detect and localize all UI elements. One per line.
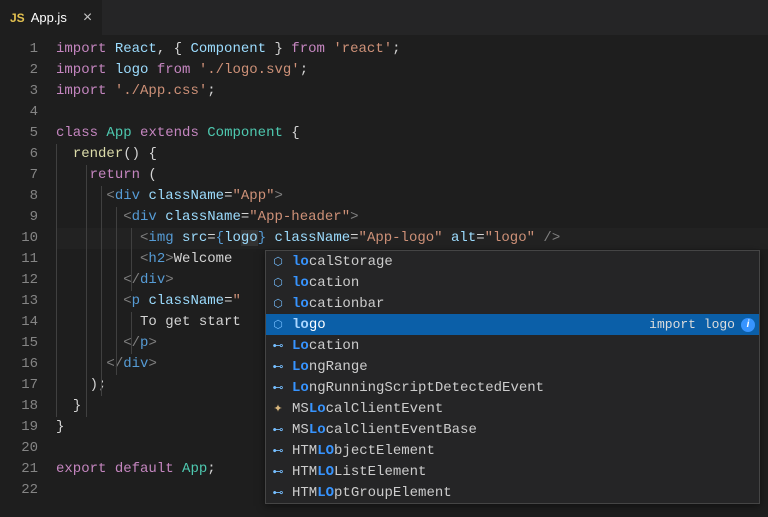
intellisense-label: LongRunningScriptDetectedEvent bbox=[292, 380, 544, 396]
line-number: 14 bbox=[0, 312, 38, 333]
code-line[interactable]: return ( bbox=[56, 165, 768, 186]
intellisense-item[interactable]: ⊷ Location bbox=[266, 335, 759, 356]
intellisense-label: LongRange bbox=[292, 359, 368, 375]
var-icon: ⊷ bbox=[270, 464, 286, 480]
intellisense-label: logo bbox=[292, 317, 326, 333]
field-icon: ⬡ bbox=[270, 254, 286, 270]
tab-bar: JS App.js × bbox=[0, 0, 768, 35]
line-number: 6 bbox=[0, 144, 38, 165]
intellisense-item[interactable]: ✦ MSLocalClientEvent bbox=[266, 398, 759, 419]
field-icon: ⬡ bbox=[270, 296, 286, 312]
code-line[interactable]: <img src={logo} className="App-logo" alt… bbox=[56, 228, 768, 249]
var-icon: ⊷ bbox=[270, 359, 286, 375]
line-number: 16 bbox=[0, 354, 38, 375]
line-number: 19 bbox=[0, 417, 38, 438]
var-icon: ⊷ bbox=[270, 338, 286, 354]
close-icon[interactable]: × bbox=[83, 10, 92, 26]
intellisense-item[interactable]: ⬡ locationbar bbox=[266, 293, 759, 314]
line-number: 5 bbox=[0, 123, 38, 144]
line-number: 4 bbox=[0, 102, 38, 123]
line-number: 3 bbox=[0, 81, 38, 102]
intellisense-item[interactable]: ⊷ MSLocalClientEventBase bbox=[266, 419, 759, 440]
intellisense-item[interactable]: ⬡ location bbox=[266, 272, 759, 293]
var-icon: ⊷ bbox=[270, 443, 286, 459]
var-icon: ⊷ bbox=[270, 422, 286, 438]
info-icon[interactable]: i bbox=[741, 318, 755, 332]
line-number: 2 bbox=[0, 60, 38, 81]
intellisense-label: HTMLObjectElement bbox=[292, 443, 435, 459]
line-number: 21 bbox=[0, 459, 38, 480]
intellisense-item[interactable]: ⊷ HTMLOListElement bbox=[266, 461, 759, 482]
code-line[interactable]: render() { bbox=[56, 144, 768, 165]
intellisense-label: Location bbox=[292, 338, 359, 354]
intellisense-detail: import logoi bbox=[649, 317, 755, 332]
line-number: 13 bbox=[0, 291, 38, 312]
line-number: 22 bbox=[0, 480, 38, 501]
code-line[interactable]: <div className="App"> bbox=[56, 186, 768, 207]
line-number: 11 bbox=[0, 249, 38, 270]
var-icon: ⊷ bbox=[270, 485, 286, 501]
intellisense-label: localStorage bbox=[292, 254, 393, 270]
line-number: 8 bbox=[0, 186, 38, 207]
intellisense-label: HTMLOptGroupElement bbox=[292, 485, 452, 501]
intellisense-label: location bbox=[292, 275, 359, 291]
var-icon: ⊷ bbox=[270, 380, 286, 396]
intellisense-item[interactable]: ⊷ HTMLObjectElement bbox=[266, 440, 759, 461]
line-number: 9 bbox=[0, 207, 38, 228]
line-number: 10 bbox=[0, 228, 38, 249]
intellisense-label: locationbar bbox=[292, 296, 384, 312]
code-line[interactable]: import React, { Component } from 'react'… bbox=[56, 39, 768, 60]
intellisense-item[interactable]: ⊷ HTMLOptGroupElement bbox=[266, 482, 759, 503]
code-line[interactable]: <div className="App-header"> bbox=[56, 207, 768, 228]
intellisense-item[interactable]: ⊷ LongRunningScriptDetectedEvent bbox=[266, 377, 759, 398]
intellisense-label: HTMLOListElement bbox=[292, 464, 426, 480]
intellisense-popup[interactable]: ⬡ localStorage ⬡ location ⬡ locationbar ⬡ logo i… bbox=[265, 250, 760, 504]
code-line[interactable]: class App extends Component { bbox=[56, 123, 768, 144]
js-file-icon: JS bbox=[10, 11, 25, 25]
intellisense-item[interactable]: ⊷ LongRange bbox=[266, 356, 759, 377]
intellisense-item[interactable]: ⬡ localStorage bbox=[266, 251, 759, 272]
line-number: 15 bbox=[0, 333, 38, 354]
intellisense-label: MSLocalClientEvent bbox=[292, 401, 443, 417]
line-number: 1 bbox=[0, 39, 38, 60]
tab-label: App.js bbox=[31, 10, 67, 25]
line-number-gutter: 12345678910111213141516171819202122 bbox=[0, 39, 56, 501]
tab-app-js[interactable]: JS App.js × bbox=[0, 0, 103, 35]
line-number: 20 bbox=[0, 438, 38, 459]
intellisense-label: MSLocalClientEventBase bbox=[292, 422, 477, 438]
line-number: 17 bbox=[0, 375, 38, 396]
line-number: 18 bbox=[0, 396, 38, 417]
event-icon: ✦ bbox=[270, 401, 286, 417]
code-line[interactable]: import logo from './logo.svg'; bbox=[56, 60, 768, 81]
line-number: 7 bbox=[0, 165, 38, 186]
intellisense-item[interactable]: ⬡ logo import logoi bbox=[266, 314, 759, 335]
code-line[interactable] bbox=[56, 102, 768, 123]
field-icon: ⬡ bbox=[270, 275, 286, 291]
field-icon: ⬡ bbox=[270, 317, 286, 333]
line-number: 12 bbox=[0, 270, 38, 291]
code-line[interactable]: import './App.css'; bbox=[56, 81, 768, 102]
